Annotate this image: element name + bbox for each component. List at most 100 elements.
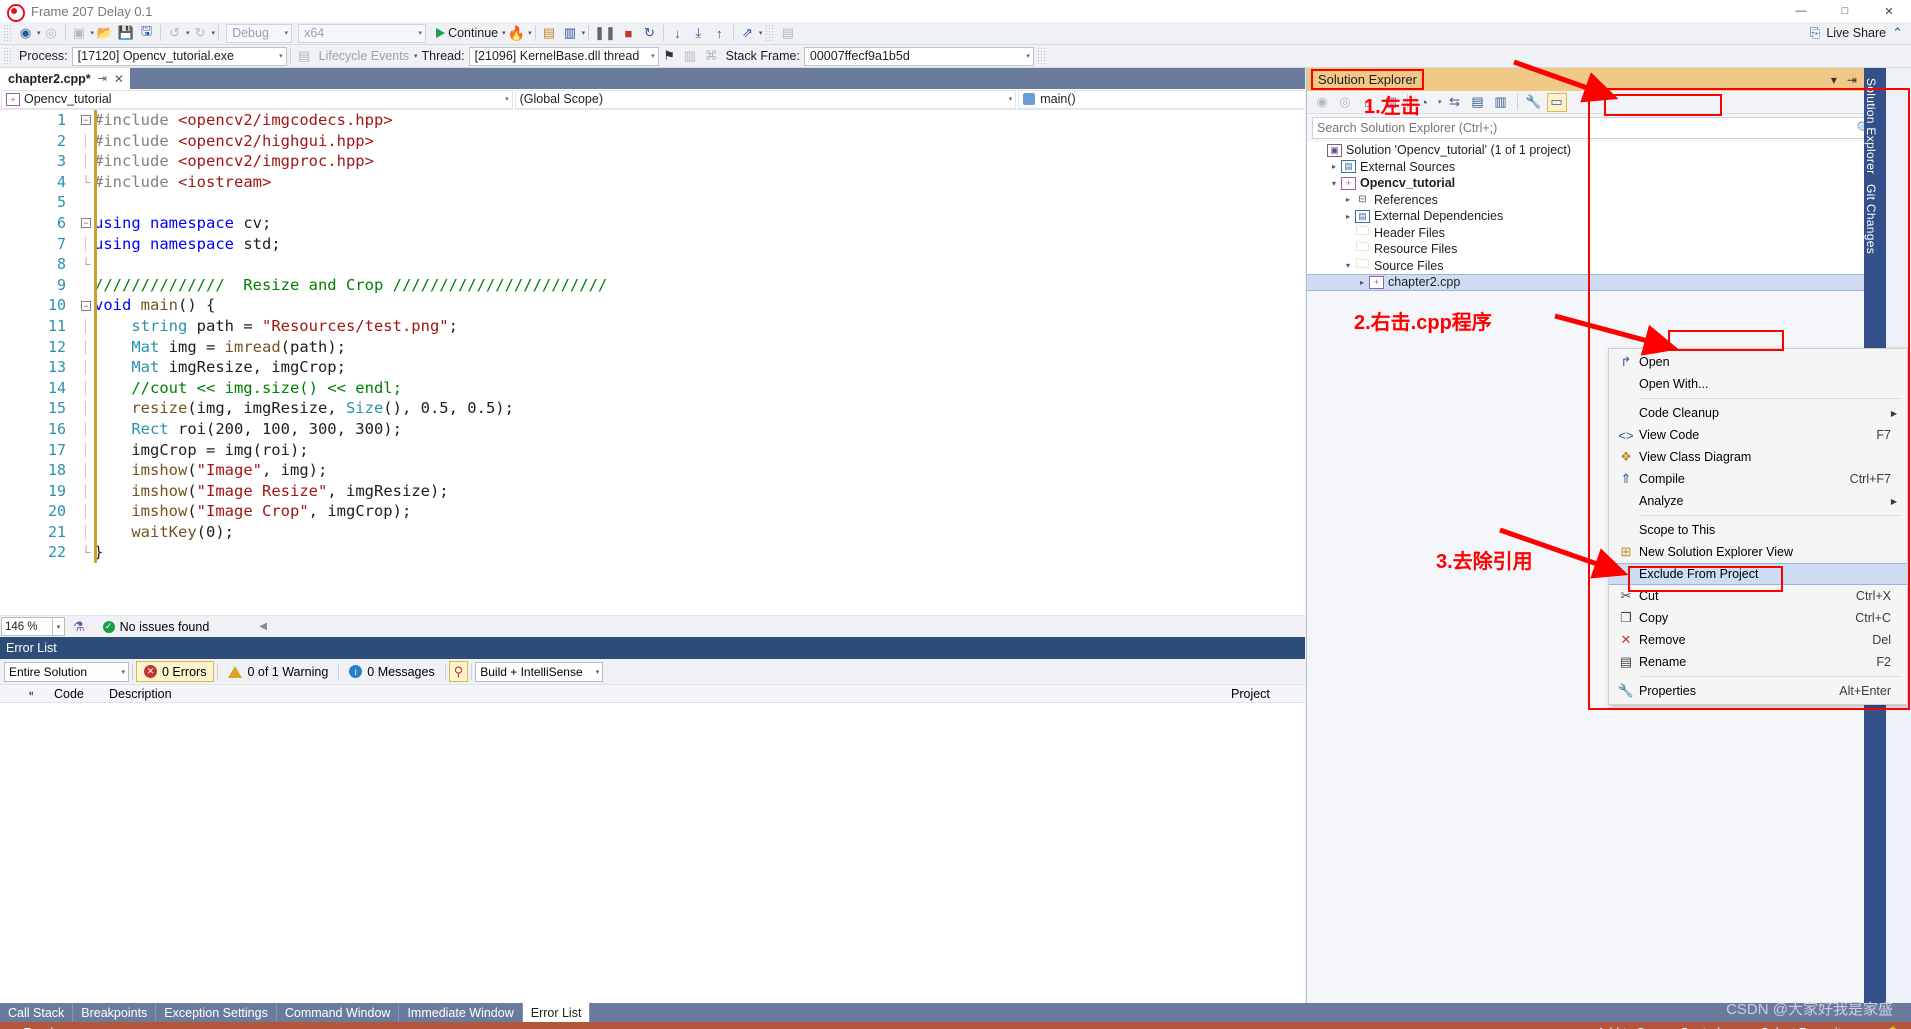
error-list-rows[interactable]	[0, 703, 1305, 1003]
show-flagged-icon[interactable]: ▥	[680, 46, 701, 66]
messages-filter-button[interactable]: i 0 Messages	[342, 661, 441, 682]
start-debug-icon[interactable]	[436, 28, 446, 38]
navigate-forward-icon[interactable]: ◎	[41, 23, 62, 43]
new-project-icon[interactable]: ▣	[69, 23, 90, 43]
solution-explorer-header[interactable]: Solution Explorer ▾ ⇥ ✕	[1307, 68, 1886, 91]
warnings-filter-button[interactable]: 0 of 1 Warning	[221, 661, 335, 682]
menu-item-cut[interactable]: ✂ Cut Ctrl+X	[1609, 585, 1907, 607]
fold-collapse-icon[interactable]: −	[78, 218, 94, 229]
close-tab-icon[interactable]: ✕	[114, 72, 124, 86]
se-pending-changes-caret-icon[interactable]: ▾	[1438, 98, 1442, 106]
stop-icon[interactable]: ■	[618, 23, 639, 43]
tree-item[interactable]: ▸ ⊟ References	[1307, 192, 1886, 209]
error-scope-select[interactable]: Entire Solution ▾	[4, 661, 129, 682]
build-filter-select[interactable]: Build + IntelliSense ▾	[475, 661, 604, 682]
notifications-bell-icon[interactable]: 🔔	[1885, 1026, 1901, 1029]
code-line[interactable]: 22 └}	[0, 542, 1305, 563]
global-scope-select[interactable]: (Global Scope) ▾	[514, 89, 1017, 109]
code-editor[interactable]: 1− #include <opencv2/imgcodecs.hpp> 2 │ #inc…	[0, 110, 1305, 615]
step-into-icon[interactable]: ↓	[667, 23, 688, 43]
file-context-menu[interactable]: ↱ Open Open With... Code Cleanup ▶ <> View Cod…	[1608, 348, 1908, 705]
zoom-level-caret-icon[interactable]: ▾	[53, 617, 65, 636]
bottom-tab-error-list[interactable]: Error List	[522, 1003, 591, 1022]
maximize-button[interactable]: □	[1823, 0, 1867, 22]
se-show-all-files-icon[interactable]: ▥	[1491, 93, 1511, 112]
toolbar-grip[interactable]	[3, 24, 12, 42]
code-line[interactable]: 15 │ resize(img, imgResize, Size(), 0.5, …	[0, 398, 1305, 419]
solution-explorer-pin-icon[interactable]: ⇥	[1847, 73, 1857, 87]
tree-collapse-icon[interactable]: ▸	[1355, 278, 1369, 287]
undo-icon[interactable]: ↺	[164, 23, 185, 43]
thread-marker-icon[interactable]: ⌘	[701, 46, 722, 66]
attach-process-icon[interactable]: ▤	[539, 23, 560, 43]
error-filter-toggle[interactable]: ⚲	[448, 661, 469, 682]
flag-thread-icon[interactable]: ⚑	[659, 46, 680, 66]
bottom-tab-breakpoints[interactable]: Breakpoints	[73, 1003, 157, 1022]
live-share-icon[interactable]: ⎘	[1810, 25, 1820, 41]
menu-item-copy[interactable]: ❐ Copy Ctrl+C	[1609, 607, 1907, 629]
code-line[interactable]: 6 − using namespace cv;	[0, 213, 1305, 234]
zoom-level-input[interactable]: 146 %	[1, 617, 53, 636]
tab-chapter2-cpp[interactable]: chapter2.cpp* ⇥ ✕	[0, 68, 130, 89]
save-all-icon[interactable]: 🖫	[136, 23, 157, 43]
show-next-statement-icon[interactable]: ⇗	[737, 23, 758, 43]
column-header-project[interactable]: Project	[1225, 687, 1305, 701]
menu-item-remove[interactable]: ✕ Remove Del	[1609, 629, 1907, 651]
redo-icon[interactable]: ↻	[190, 23, 211, 43]
code-line[interactable]: 2 │ #include <opencv2/highgui.hpp>	[0, 131, 1305, 152]
select-repository-button[interactable]: ◈ Select Repository ▲	[1747, 1026, 1872, 1029]
project-scope-select[interactable]: + Opencv_tutorial ▾	[1, 89, 513, 109]
scroll-left-icon[interactable]: ◀	[259, 621, 267, 632]
docked-tab-solution-explorer[interactable]: Solution Explorer	[1864, 68, 1878, 174]
fold-collapse-icon[interactable]: −	[78, 115, 94, 126]
code-line[interactable]: 13 │ Mat imgResize, imgCrop;	[0, 357, 1305, 378]
code-line[interactable]: 14 │ //cout << img.size() << endl;	[0, 378, 1305, 399]
code-line[interactable]: 16 │ Rect roi(200, 100, 300, 300);	[0, 419, 1305, 440]
tree-item[interactable]: ▸ ▤ External Sources	[1307, 159, 1886, 176]
step-over-icon[interactable]: ⤓	[688, 23, 709, 43]
code-line[interactable]: 20 │ imshow("Image Crop", imgCrop);	[0, 501, 1305, 522]
thread-select[interactable]: [21096] KernelBase.dll thread ▾	[468, 46, 659, 66]
menu-item-analyze[interactable]: Analyze ▶	[1609, 490, 1907, 512]
hot-reload-caret-icon[interactable]: ▾	[528, 29, 532, 37]
code-line[interactable]: 4 └ #include <iostream>	[0, 172, 1305, 193]
tree-expand-icon[interactable]: ▾	[1341, 261, 1355, 270]
menu-item-scope-to-this[interactable]: Scope to This	[1609, 519, 1907, 541]
intellicode-icon[interactable]: ⚗	[73, 619, 85, 635]
solution-platform-select[interactable]: x64 ▾	[298, 23, 427, 43]
code-line[interactable]: 12 │ Mat img = imread(path);	[0, 337, 1305, 358]
code-line[interactable]: 18 │ imshow("Image", img);	[0, 460, 1305, 481]
lifecycle-events-label[interactable]: Lifecycle Events	[315, 49, 413, 63]
toolbar-grip[interactable]	[1036, 47, 1046, 65]
window-layout-icon[interactable]: ▥	[560, 23, 581, 43]
fold-collapse-icon[interactable]: −	[78, 300, 94, 311]
solution-configuration-select[interactable]: Debug ▾	[226, 23, 293, 43]
redo-caret-icon[interactable]: ▾	[212, 29, 216, 37]
continue-button[interactable]: Continue	[445, 26, 501, 40]
thread-tool-icon[interactable]: ▤	[777, 23, 798, 43]
solution-explorer-tree[interactable]: ▣ Solution 'Opencv_tutorial' (1 of 1 proj…	[1307, 142, 1886, 291]
menu-item-view-code[interactable]: <> View Code F7	[1609, 424, 1907, 446]
code-line[interactable]: 19 │ imshow("Image Resize", imgResize);	[0, 481, 1305, 502]
navigate-backward-icon[interactable]: ◉	[15, 23, 36, 43]
solution-explorer-search[interactable]: 🔍 ▾	[1312, 117, 1881, 139]
pin-tab-icon[interactable]: ⇥	[98, 72, 107, 85]
process-select[interactable]: [17120] Opencv_tutorial.exe ▾	[71, 46, 287, 66]
tree-item[interactable]: ▾ 🗀 Source Files	[1307, 256, 1886, 275]
code-line[interactable]: 9 ////////////// Resize and Crop ////////…	[0, 275, 1305, 296]
se-back-icon[interactable]: ◉	[1312, 93, 1332, 112]
bottom-tab-call-stack[interactable]: Call Stack	[0, 1003, 74, 1022]
bottom-tab-exception-settings[interactable]: Exception Settings	[156, 1003, 277, 1022]
tree-collapse-icon[interactable]: ▸	[1327, 162, 1341, 171]
se-forward-icon[interactable]: ◎	[1335, 93, 1355, 112]
se-collapse-all-icon[interactable]: ▤	[1468, 93, 1488, 112]
close-button[interactable]: ✕	[1867, 0, 1911, 22]
menu-item-open[interactable]: ↱ Open	[1609, 351, 1907, 373]
docked-tab-git-changes[interactable]: Git Changes	[1864, 174, 1878, 254]
save-icon[interactable]: 💾	[115, 23, 136, 43]
tree-item-selected[interactable]: ▸ + chapter2.cpp	[1307, 274, 1886, 291]
step-out-icon[interactable]: ↑	[709, 23, 730, 43]
column-header-icon[interactable]: ⁌	[28, 686, 54, 701]
menu-item-compile[interactable]: ⇑ Compile Ctrl+F7	[1609, 468, 1907, 490]
code-content[interactable]: 1− #include <opencv2/imgcodecs.hpp> 2 │ #inc…	[0, 110, 1305, 564]
